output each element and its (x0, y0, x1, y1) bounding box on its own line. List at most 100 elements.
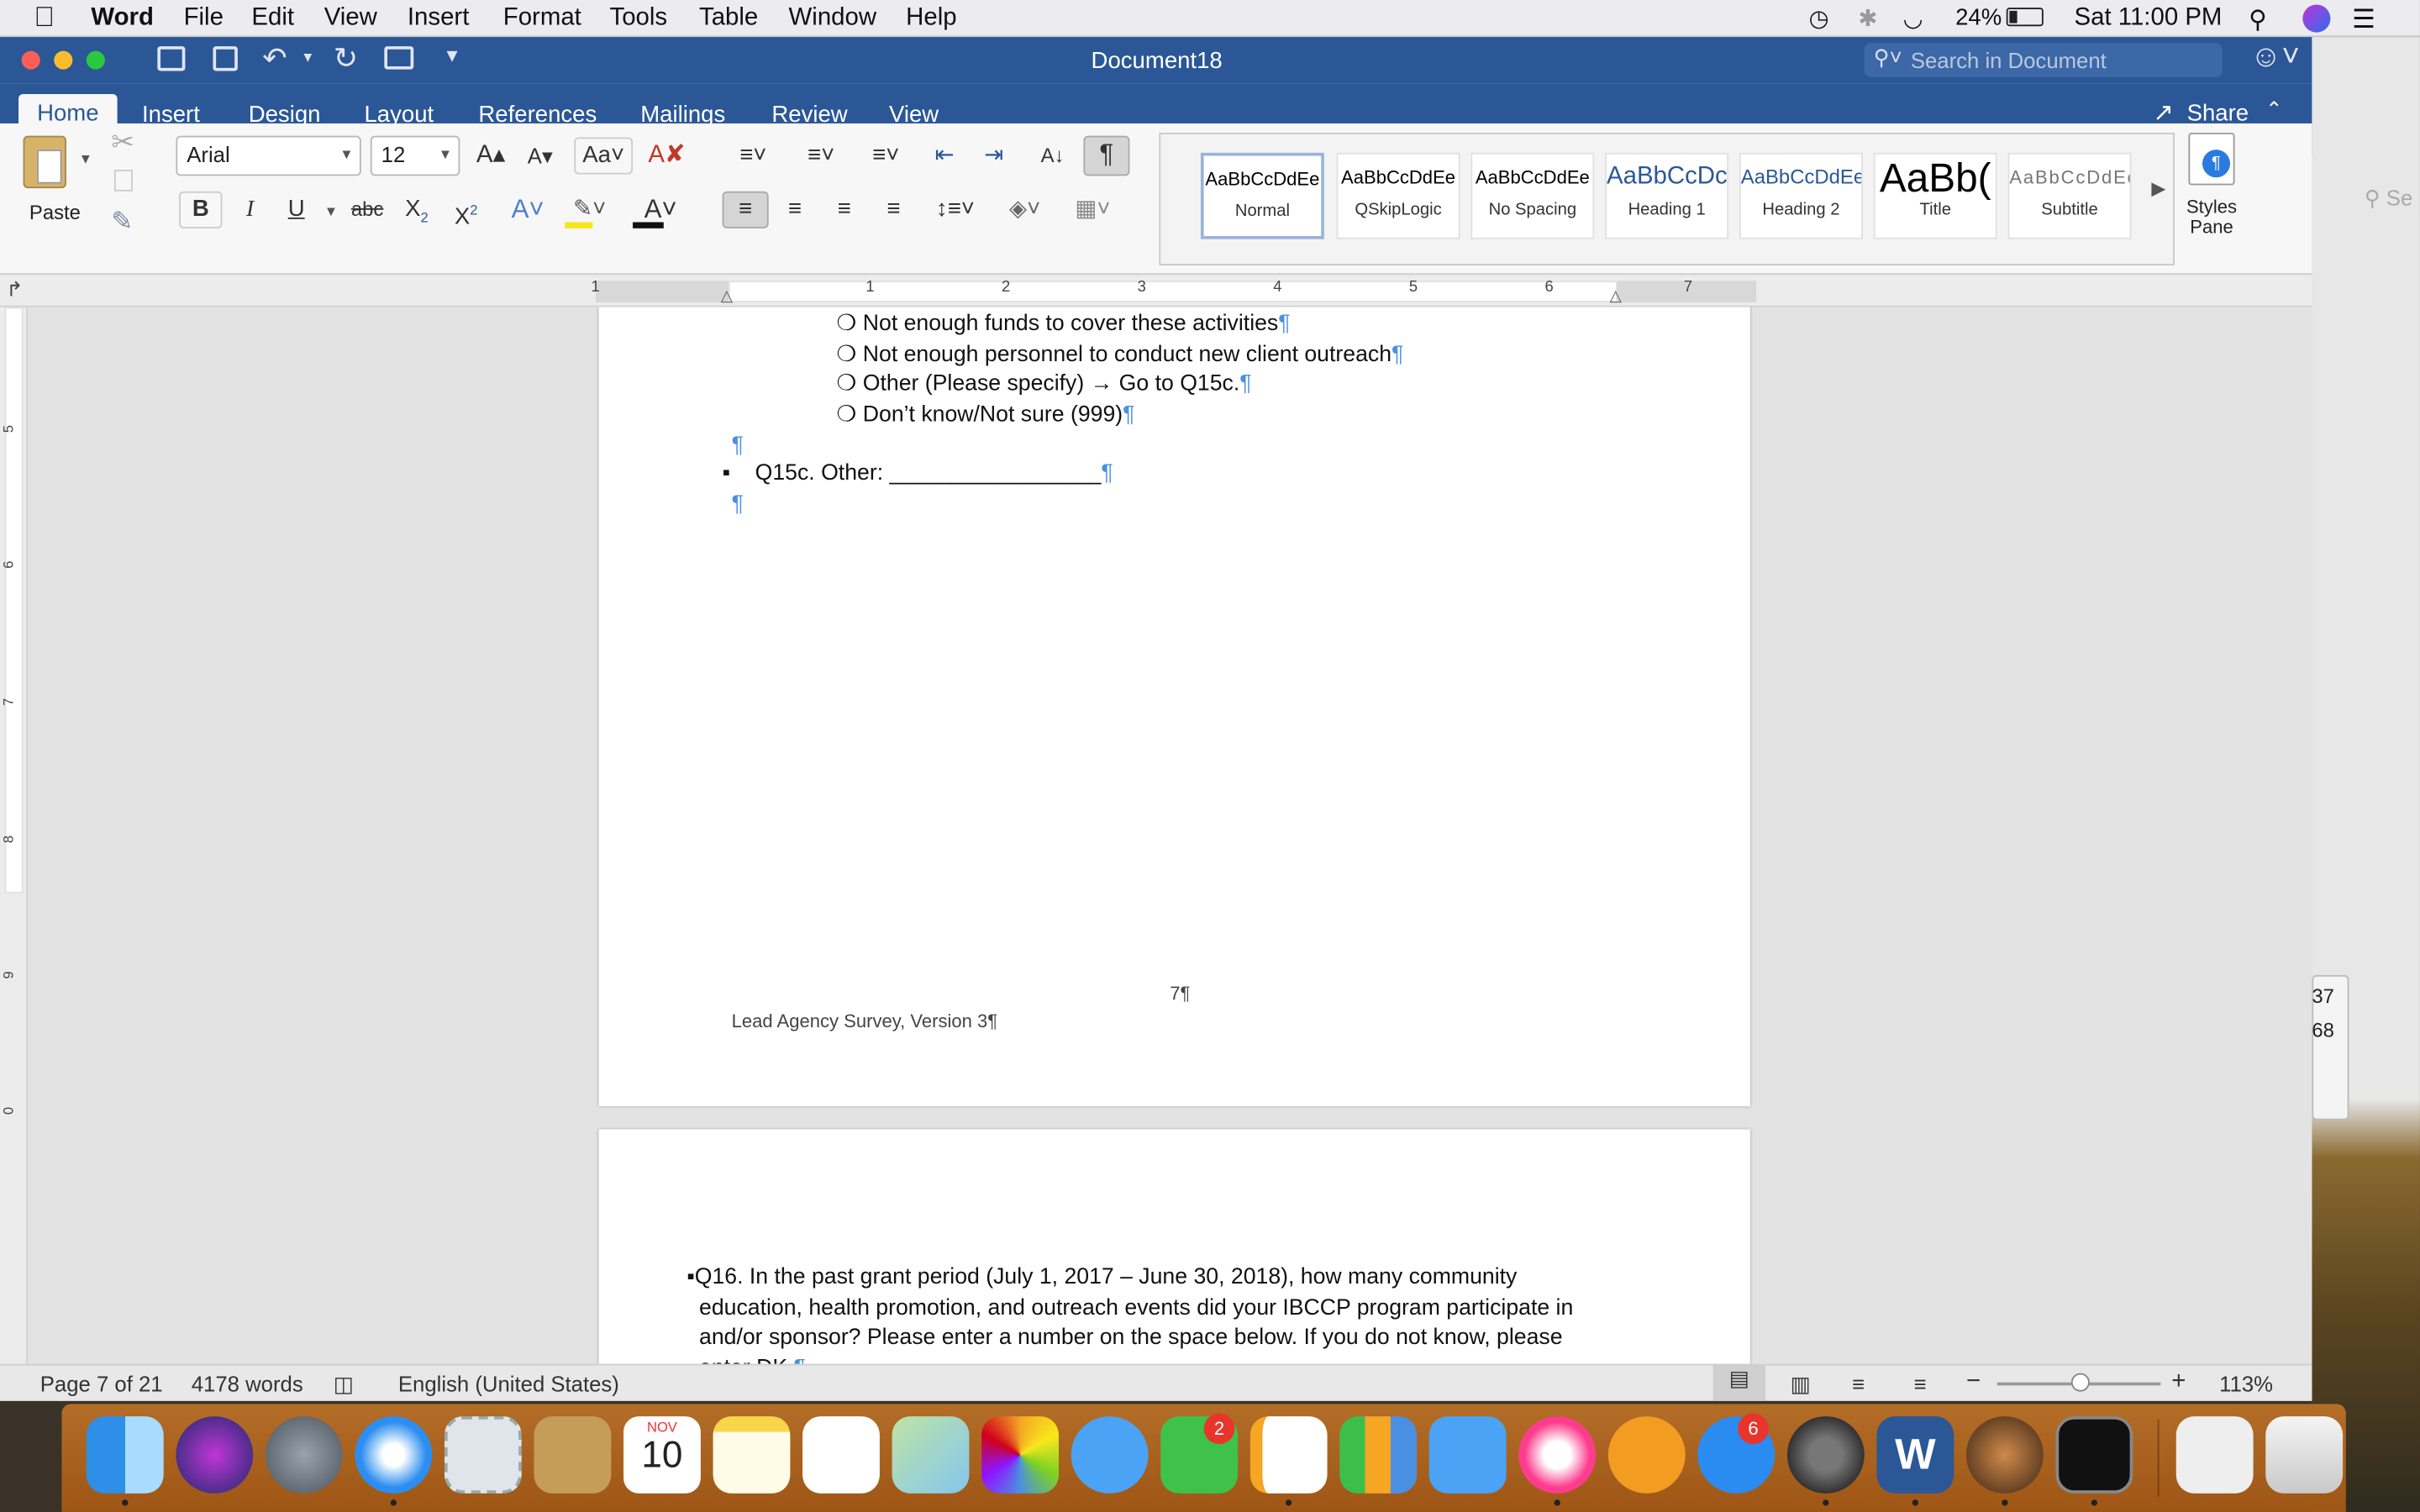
shading-icon[interactable]: ◈˅ (994, 192, 1055, 228)
battery-icon[interactable] (2006, 8, 2044, 27)
show-formatting-marks-button[interactable]: ¶ (1083, 135, 1130, 176)
vertical-ruler[interactable]: 5 6 7 8 9 0 (0, 307, 29, 1399)
borders-icon[interactable]: ▦˅ (1062, 192, 1123, 228)
copy-icon[interactable] (113, 170, 133, 192)
siri-icon[interactable] (2302, 4, 2331, 33)
numbers-icon[interactable] (1339, 1416, 1418, 1494)
horizontal-ruler[interactable]: ↱ 1 1 2 3 4 5 6 7 △ △ (0, 276, 2312, 307)
underline-dropdown-icon[interactable]: ▼ (324, 203, 338, 218)
web-layout-view-icon[interactable]: ▥ (1791, 1372, 1811, 1398)
launchpad-icon[interactable] (265, 1416, 343, 1494)
menu-file[interactable]: File (184, 5, 224, 33)
zoom-level[interactable]: 113% (2219, 1372, 2273, 1396)
safari-icon[interactable] (355, 1416, 433, 1494)
activity-monitor-icon[interactable] (2055, 1416, 2133, 1494)
share-button[interactable]: Share (2187, 100, 2249, 126)
minimize-button[interactable] (54, 50, 73, 70)
document-canvas[interactable]: ❍ Not enough funds to cover these activi… (28, 307, 2312, 1399)
mojave-installer-icon[interactable] (1965, 1416, 2044, 1494)
menu-table[interactable]: Table (699, 5, 758, 33)
print-icon[interactable] (384, 46, 414, 70)
undo-dropdown-icon[interactable]: ▼ (301, 50, 314, 65)
collapse-ribbon-icon[interactable]: ⌃ (2265, 97, 2282, 122)
mail-stamp-icon[interactable] (444, 1416, 522, 1494)
zoom-button[interactable] (86, 50, 105, 70)
page-count[interactable]: Page 7 of 21 (40, 1372, 163, 1396)
wifi-icon[interactable]: ◡ (1903, 5, 1923, 32)
menu-insert[interactable]: Insert (408, 5, 469, 33)
format-painter-icon[interactable]: ✎ (111, 207, 133, 238)
style-normal[interactable]: AaBbCcDdEe Normal (1200, 152, 1324, 239)
calendar-icon[interactable]: NOV 10 (623, 1416, 701, 1494)
menu-app-name[interactable]: Word (91, 5, 154, 33)
zoom-slider-thumb[interactable] (2070, 1373, 2090, 1392)
clear-formatting-icon[interactable]: A✘ (645, 137, 688, 174)
page-7[interactable]: ❍ Not enough funds to cover these activi… (598, 307, 1750, 1106)
tab-selector-icon[interactable]: ↱ (6, 278, 23, 302)
search-input[interactable]: Search in Document (1911, 48, 2107, 72)
bluetooth-icon[interactable]: ✱ (1858, 5, 1877, 32)
font-size-dropdown-icon[interactable]: ▼ (439, 146, 452, 161)
line-spacing-icon[interactable]: ↕≡˅ (926, 192, 985, 228)
photos-icon[interactable] (981, 1416, 1059, 1494)
style-heading-1[interactable]: AaBbCcDc Heading 1 (1605, 152, 1729, 239)
finder-icon[interactable] (86, 1416, 164, 1494)
menu-help[interactable]: Help (906, 5, 956, 33)
paste-dropdown-icon[interactable]: ▼ (79, 151, 92, 166)
cut-icon[interactable]: ✂ (111, 127, 134, 160)
font-name-dropdown-icon[interactable]: ▼ (339, 146, 353, 161)
contacts-icon[interactable] (534, 1416, 612, 1494)
decrease-indent-icon[interactable]: ⇤ (923, 137, 965, 174)
microsoft-word-icon[interactable]: W (1876, 1416, 1954, 1494)
sidebar-toggle-icon[interactable] (157, 46, 186, 71)
clock[interactable]: Sat 11:00 PM (2075, 5, 2223, 33)
numbering-icon[interactable]: ≡˅ (790, 137, 851, 174)
search-in-document[interactable]: ⚲˅ Search in Document (1864, 43, 2223, 77)
redo-icon[interactable]: ↻ (334, 42, 358, 77)
menu-window[interactable]: Window (789, 5, 877, 33)
paste-icon[interactable] (23, 135, 66, 189)
indent-marker-icon[interactable]: △ (721, 288, 733, 305)
strikethrough-button[interactable]: abc (345, 192, 388, 228)
paste-label[interactable]: Paste (29, 201, 81, 224)
siri-icon[interactable] (176, 1416, 254, 1494)
itunes-icon[interactable] (1518, 1416, 1597, 1494)
language[interactable]: English (United States) (398, 1372, 619, 1396)
zoom-in-button[interactable]: + (2171, 1368, 2186, 1396)
menu-tools[interactable]: Tools (609, 5, 667, 33)
zoom-out-button[interactable]: − (1966, 1368, 1981, 1396)
increase-indent-icon[interactable]: ⇥ (972, 137, 1015, 174)
pages-icon[interactable] (1249, 1416, 1328, 1494)
align-center-button[interactable]: ≡ (771, 192, 818, 228)
styles-pane-label[interactable]: Styles Pane (2179, 197, 2244, 238)
subscript-button[interactable]: X2 (395, 192, 438, 228)
notes-icon[interactable] (713, 1416, 791, 1494)
print-layout-view-icon[interactable]: ▤ (1712, 1365, 1766, 1401)
notification-center-icon[interactable]: ☰ (2352, 5, 2375, 36)
apple-icon[interactable]:  (34, 2, 55, 34)
style-heading-2[interactable]: AaBbCcDdEe Heading 2 (1739, 152, 1863, 239)
maps-icon[interactable] (892, 1416, 970, 1494)
music-folder-icon[interactable] (2175, 1416, 2254, 1494)
grow-font-icon[interactable]: A▴ (469, 137, 512, 174)
bullets-icon[interactable]: ≡˅ (723, 137, 784, 174)
multilevel-list-icon[interactable]: ≡˅ (858, 137, 913, 174)
change-case-icon[interactable]: Aa˅ (574, 137, 634, 175)
font-name-field[interactable]: Arial ▼ (176, 135, 361, 176)
keynote-icon[interactable] (1428, 1416, 1507, 1494)
reminders-icon[interactable] (802, 1416, 880, 1494)
italic-button[interactable]: I (229, 192, 271, 228)
trash-icon[interactable] (2265, 1416, 2344, 1494)
spotlight-icon[interactable]: ⚲ (2249, 5, 2267, 36)
menu-format[interactable]: Format (503, 5, 581, 33)
page-8[interactable]: ▪Q16. In the past grant period (July 1, … (598, 1129, 1750, 1399)
undo-icon[interactable]: ↶ (262, 42, 287, 77)
word-count[interactable]: 4178 words (192, 1372, 303, 1396)
style-subtitle[interactable]: AaBbCcDdEe Subtitle (2007, 152, 2132, 239)
ibooks-icon[interactable] (1607, 1416, 1686, 1494)
customize-toolbar-icon[interactable]: ▼ (443, 45, 461, 66)
justify-button[interactable]: ≡ (871, 192, 917, 228)
align-left-button[interactable]: ≡ (722, 191, 769, 228)
close-button[interactable] (21, 50, 40, 70)
styles-gallery-more-icon[interactable]: ▶ (2151, 177, 2165, 199)
